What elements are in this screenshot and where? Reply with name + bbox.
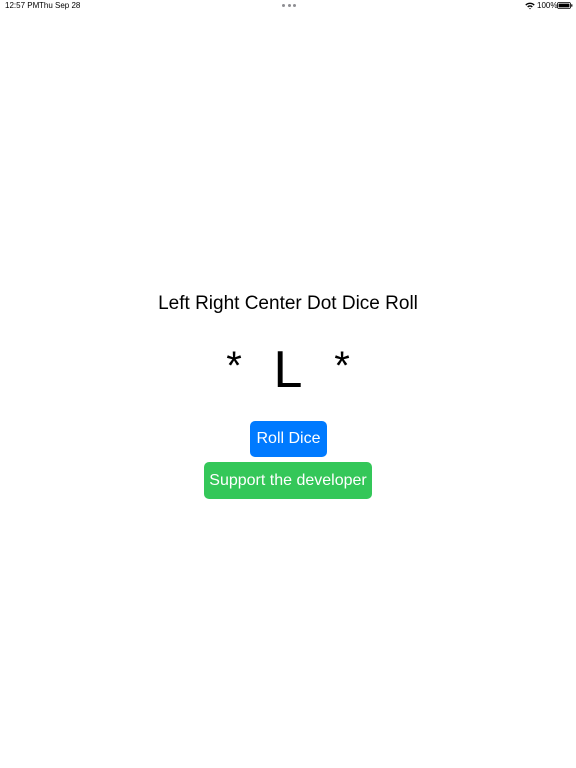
support-developer-button[interactable]: Support the developer [204,462,372,499]
dice-row: * L * [0,340,576,400]
battery-icon [557,2,573,9]
battery-percent: 100% [537,1,558,10]
roll-dice-button[interactable]: Roll Dice [250,421,327,457]
die-left: * [226,344,242,388]
die-center: L [273,341,303,399]
multitask-dots-icon[interactable] [282,4,296,7]
status-date: Thu Sep 28 [39,1,81,10]
wifi-icon [525,2,535,10]
die-right: * [334,344,350,388]
status-bar: 12:57 PM Thu Sep 28 100% [0,0,576,14]
app-title: Left Right Center Dot Dice Roll [158,293,418,314]
status-time: 12:57 PM [5,1,40,10]
